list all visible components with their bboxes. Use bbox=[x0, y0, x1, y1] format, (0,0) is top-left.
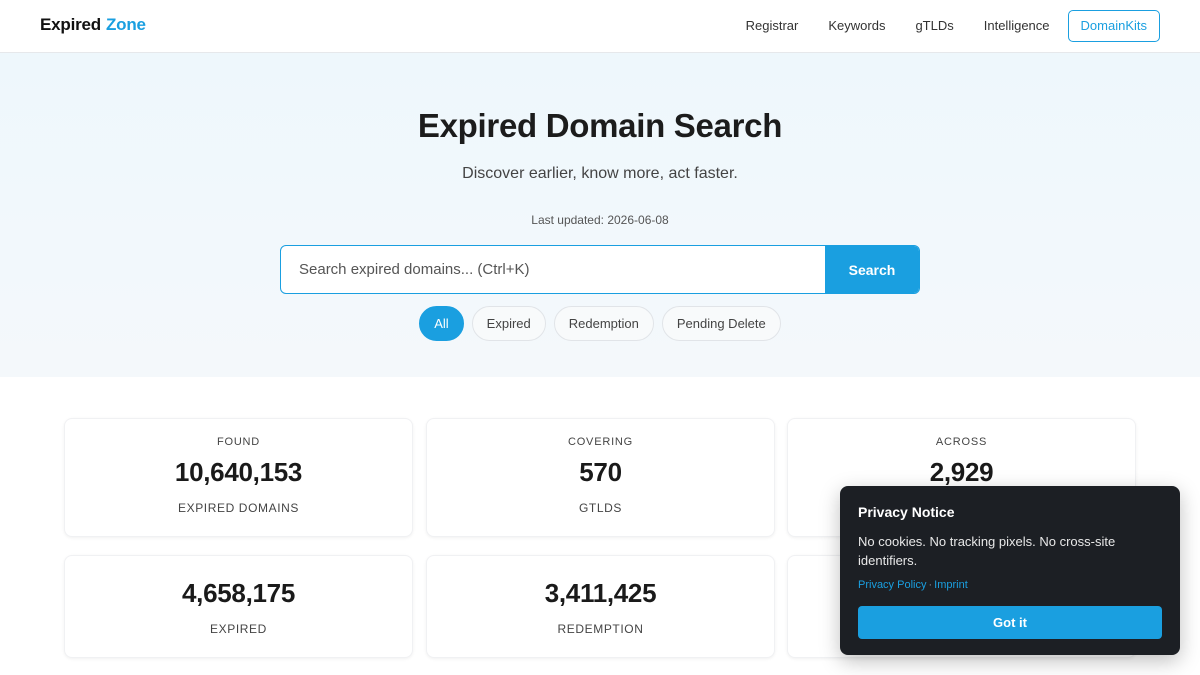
stat-card-redemption: 3,411,425 REDEMPTION bbox=[426, 555, 775, 658]
nav-intelligence[interactable]: Intelligence bbox=[984, 10, 1050, 42]
nav-gtlds[interactable]: gTLDs bbox=[915, 10, 953, 42]
stat-label-bottom: GTLDS bbox=[578, 501, 622, 515]
stat-value: 2,929 bbox=[929, 457, 994, 487]
stat-label-bottom: EXPIRED bbox=[210, 622, 267, 636]
privacy-title: Privacy Notice bbox=[858, 504, 955, 520]
nav-keywords[interactable]: Keywords bbox=[828, 10, 885, 42]
privacy-links: Privacy Policy · Imprint bbox=[858, 579, 968, 591]
search-button[interactable]: Search bbox=[825, 246, 919, 293]
privacy-policy-link[interactable]: Privacy Policy bbox=[858, 579, 926, 591]
page-subtitle: Discover earlier, know more, act faster. bbox=[462, 165, 738, 182]
page-title: Expired Domain Search bbox=[417, 107, 783, 144]
logo-text-expired: Expired bbox=[40, 15, 101, 34]
stat-card-found: FOUND 10,640,153 EXPIRED DOMAINS bbox=[64, 418, 413, 537]
stat-label-top: COVERING bbox=[567, 436, 634, 448]
stat-label-bottom: REDEMPTION bbox=[557, 622, 644, 636]
stat-value: 10,640,153 bbox=[174, 457, 303, 487]
stat-card-covering: COVERING 570 GTLDS bbox=[426, 418, 775, 537]
filter-redemption[interactable]: Redemption bbox=[553, 306, 654, 341]
filter-pending-delete[interactable]: Pending Delete bbox=[661, 306, 781, 341]
search-input[interactable] bbox=[281, 246, 826, 293]
main-nav: Registrar Keywords gTLDs Intelligence Do… bbox=[746, 10, 1160, 42]
filter-expired[interactable]: Expired bbox=[471, 306, 546, 341]
site-header: Expired Zone Registrar Keywords gTLDs Int… bbox=[0, 0, 1200, 53]
logo-text-zone: Zone bbox=[105, 15, 146, 34]
search-bar: Search bbox=[280, 245, 920, 294]
filter-all[interactable]: All bbox=[419, 306, 464, 341]
stat-label-top: ACROSS bbox=[935, 436, 988, 448]
domainkits-button[interactable]: DomainKits bbox=[1067, 10, 1160, 42]
stat-value: 4,658,175 bbox=[182, 578, 295, 608]
stat-value: 3,411,425 bbox=[544, 578, 657, 608]
privacy-notice: Privacy Notice No cookies. No tracking p… bbox=[840, 486, 1180, 655]
stat-label-top: FOUND bbox=[216, 436, 261, 448]
privacy-body: No cookies. No tracking pixels. No cross… bbox=[858, 534, 1116, 568]
hero-section: Expired Domain Search Discover earlier, … bbox=[0, 53, 1200, 377]
link-separator: · bbox=[928, 579, 933, 591]
stat-card-expired: 4,658,175 EXPIRED bbox=[64, 555, 413, 658]
site-logo[interactable]: Expired Zone bbox=[40, 15, 146, 35]
nav-registrar[interactable]: Registrar bbox=[746, 10, 799, 42]
stat-value: 570 bbox=[579, 457, 622, 487]
stat-label-bottom: EXPIRED DOMAINS bbox=[177, 501, 300, 515]
last-updated: Last updated: 2026-06-08 bbox=[531, 213, 669, 227]
status-filters: All Expired Redemption Pending Delete bbox=[0, 306, 1200, 341]
imprint-link[interactable]: Imprint bbox=[934, 579, 968, 591]
got-it-button[interactable]: Got it bbox=[858, 606, 1162, 639]
